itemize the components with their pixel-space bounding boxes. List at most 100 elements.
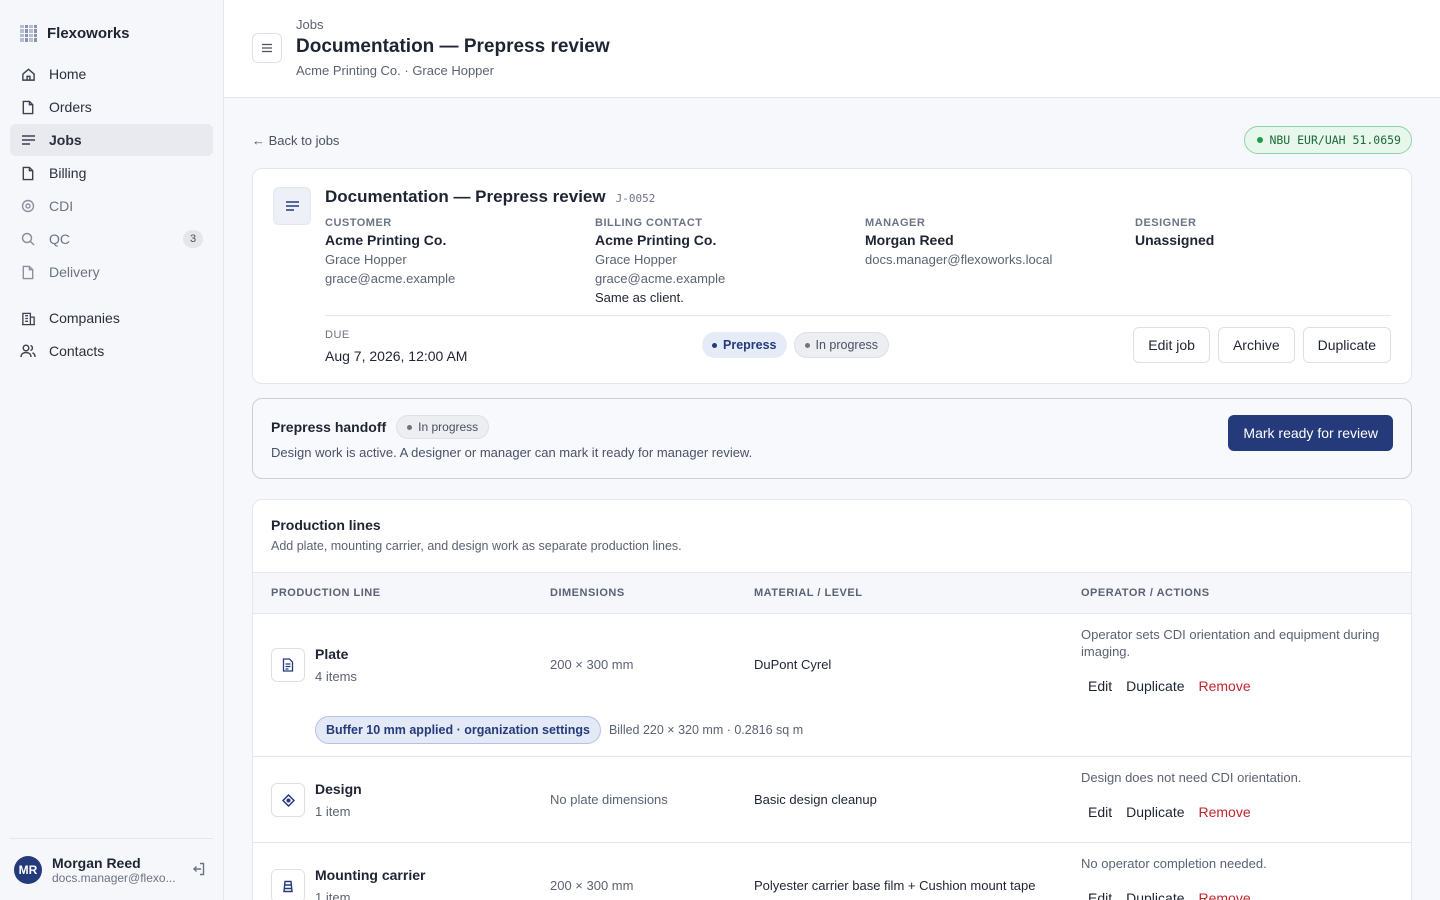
sidebar-item-orders[interactable]: Orders bbox=[10, 91, 213, 123]
sidebar-item-label: Jobs bbox=[49, 132, 82, 148]
job-summary-card: Documentation — Prepress review J-0052 C… bbox=[252, 168, 1412, 384]
search-icon bbox=[20, 231, 36, 247]
target-icon bbox=[20, 198, 36, 214]
job-title: Documentation — Prepress review bbox=[325, 187, 606, 206]
edit-job-button[interactable]: Edit job bbox=[1133, 327, 1210, 363]
line-material: DuPont Cyrel bbox=[754, 657, 832, 672]
billing-company: Acme Printing Co. bbox=[595, 232, 717, 248]
production-lines-card: Production lines Add plate, mounting car… bbox=[252, 499, 1412, 900]
billing-note: Same as client. bbox=[595, 290, 684, 305]
user-email: docs.manager@flexo... bbox=[52, 870, 176, 885]
status-badge-label: In progress bbox=[815, 338, 879, 352]
nav-divider bbox=[10, 289, 213, 302]
line-dimensions: 200 × 300 mm bbox=[550, 657, 634, 672]
column-header: PRODUCTION LINE bbox=[271, 587, 381, 599]
remove-line-button[interactable]: Remove bbox=[1192, 883, 1258, 900]
mark-ready-button[interactable]: Mark ready for review bbox=[1228, 415, 1393, 451]
handoff-status-label: In progress bbox=[418, 420, 479, 434]
operator-note: No operator completion needed. bbox=[1081, 856, 1267, 871]
duplicate-line-button[interactable]: Duplicate bbox=[1119, 797, 1191, 827]
manager-email: docs.manager@flexoworks.local bbox=[865, 252, 1053, 267]
remove-line-button[interactable]: Remove bbox=[1192, 797, 1258, 827]
edit-line-button[interactable]: Edit bbox=[1081, 671, 1119, 701]
sidebar-item-billing[interactable]: Billing bbox=[10, 157, 213, 189]
breadcrumb[interactable]: Jobs bbox=[296, 17, 323, 32]
stage-badge-label: Prepress bbox=[723, 338, 777, 352]
logout-icon[interactable] bbox=[191, 861, 209, 879]
table-row: Design 1 item No plate dimensions Basic … bbox=[253, 757, 1411, 843]
due-label: DUE bbox=[325, 329, 350, 341]
logo-icon bbox=[20, 24, 37, 42]
avatar: MR bbox=[14, 855, 42, 884]
job-code: J-0052 bbox=[615, 192, 656, 205]
handoff-title: Prepress handoff bbox=[271, 419, 387, 435]
main-content: ← Back to jobs NBU EUR/UAH 51.0659 Docum… bbox=[252, 98, 1412, 900]
column-header: DIMENSIONS bbox=[550, 587, 625, 599]
duplicate-line-button[interactable]: Duplicate bbox=[1119, 671, 1191, 701]
sidebar-item-contacts[interactable]: Contacts bbox=[10, 335, 213, 367]
billed-size: Billed 220 × 320 mm · 0.2816 sq m bbox=[608, 723, 804, 737]
sidebar-item-jobs[interactable]: Jobs bbox=[10, 124, 213, 156]
home-icon bbox=[20, 66, 36, 82]
remove-line-button[interactable]: Remove bbox=[1192, 671, 1258, 701]
plate-icon bbox=[271, 648, 305, 682]
buffer-badge: Buffer 10 mm applied · organization sett… bbox=[315, 716, 601, 744]
line-count: 1 item bbox=[315, 890, 351, 900]
sidebar-item-label: Home bbox=[49, 66, 87, 82]
customer-label: CUSTOMER bbox=[325, 217, 392, 229]
status-dot bbox=[1257, 137, 1264, 143]
page-subtitle: Acme Printing Co. · Grace Hopper bbox=[296, 63, 494, 78]
customer-company: Acme Printing Co. bbox=[325, 232, 447, 248]
file-icon bbox=[20, 264, 36, 280]
menu-icon bbox=[261, 40, 273, 56]
menu-toggle-button[interactable] bbox=[252, 33, 282, 63]
manager-label: MANAGER bbox=[865, 217, 926, 229]
line-dimensions: No plate dimensions bbox=[550, 792, 668, 807]
back-to-jobs-link[interactable]: ← Back to jobs bbox=[252, 133, 339, 148]
sidebar-nav: Home Orders Jobs Billing CDI QC 3 Delive… bbox=[0, 44, 223, 367]
handoff-status-badge: In progress bbox=[396, 415, 490, 439]
edit-line-button[interactable]: Edit bbox=[1081, 883, 1119, 900]
line-name: Design bbox=[315, 781, 362, 797]
sidebar-item-label: QC bbox=[49, 231, 70, 247]
page-header: Jobs Documentation — Prepress review Acm… bbox=[224, 0, 1440, 98]
edit-line-button[interactable]: Edit bbox=[1081, 797, 1119, 827]
billing-email: grace@acme.example bbox=[595, 271, 726, 286]
manager-info: MANAGER Morgan Reed docs.manager@flexowo… bbox=[865, 217, 1125, 267]
line-material: Basic design cleanup bbox=[754, 792, 877, 807]
archive-button[interactable]: Archive bbox=[1217, 327, 1295, 363]
billing-contact-info: BILLING CONTACT Acme Printing Co. Grace … bbox=[595, 217, 855, 305]
user-name: Morgan Reed bbox=[52, 854, 141, 871]
sidebar-item-label: Contacts bbox=[49, 343, 105, 359]
brand[interactable]: Flexoworks bbox=[0, 0, 223, 44]
line-name: Plate bbox=[315, 646, 349, 662]
user-profile[interactable]: MR Morgan Reed docs.manager@flexo... bbox=[10, 838, 213, 900]
line-dimensions: 200 × 300 mm bbox=[550, 878, 634, 893]
divider bbox=[325, 315, 1391, 316]
table-header: PRODUCTION LINE DIMENSIONS MATERIAL / LE… bbox=[253, 572, 1411, 614]
sidebar-item-label: CDI bbox=[49, 198, 74, 214]
status-badge: In progress bbox=[793, 332, 890, 358]
manager-name: Morgan Reed bbox=[865, 232, 954, 248]
sidebar-item-cdi[interactable]: CDI bbox=[10, 190, 213, 222]
sidebar-item-label: Billing bbox=[49, 165, 87, 181]
duplicate-job-button[interactable]: Duplicate bbox=[1302, 327, 1391, 363]
duplicate-line-button[interactable]: Duplicate bbox=[1119, 883, 1191, 900]
page-title: Documentation — Prepress review bbox=[296, 36, 610, 57]
qc-count-badge: 3 bbox=[183, 230, 203, 248]
prepress-handoff-card: Prepress handoff In progress Design work… bbox=[252, 398, 1412, 479]
sidebar-item-home[interactable]: Home bbox=[10, 58, 213, 90]
exchange-rate-badge: NBU EUR/UAH 51.0659 bbox=[1244, 126, 1412, 154]
customer-info: CUSTOMER Acme Printing Co. Grace Hopper … bbox=[325, 217, 585, 286]
handoff-description: Design work is active. A designer or man… bbox=[271, 445, 753, 460]
building-icon bbox=[20, 310, 36, 326]
sidebar: Flexoworks Home Orders Jobs Billing CDI … bbox=[0, 0, 224, 900]
exchange-rate-text: NBU EUR/UAH 51.0659 bbox=[1269, 133, 1401, 147]
customer-person: Grace Hopper bbox=[325, 252, 407, 267]
sidebar-item-companies[interactable]: Companies bbox=[10, 302, 213, 334]
sidebar-item-label: Companies bbox=[49, 310, 120, 326]
designer-name: Unassigned bbox=[1135, 232, 1215, 248]
sidebar-item-qc[interactable]: QC 3 bbox=[10, 223, 213, 255]
sidebar-item-delivery[interactable]: Delivery bbox=[10, 256, 213, 288]
table-row: Plate 4 items 200 × 300 mm DuPont Cyrel … bbox=[253, 614, 1411, 757]
